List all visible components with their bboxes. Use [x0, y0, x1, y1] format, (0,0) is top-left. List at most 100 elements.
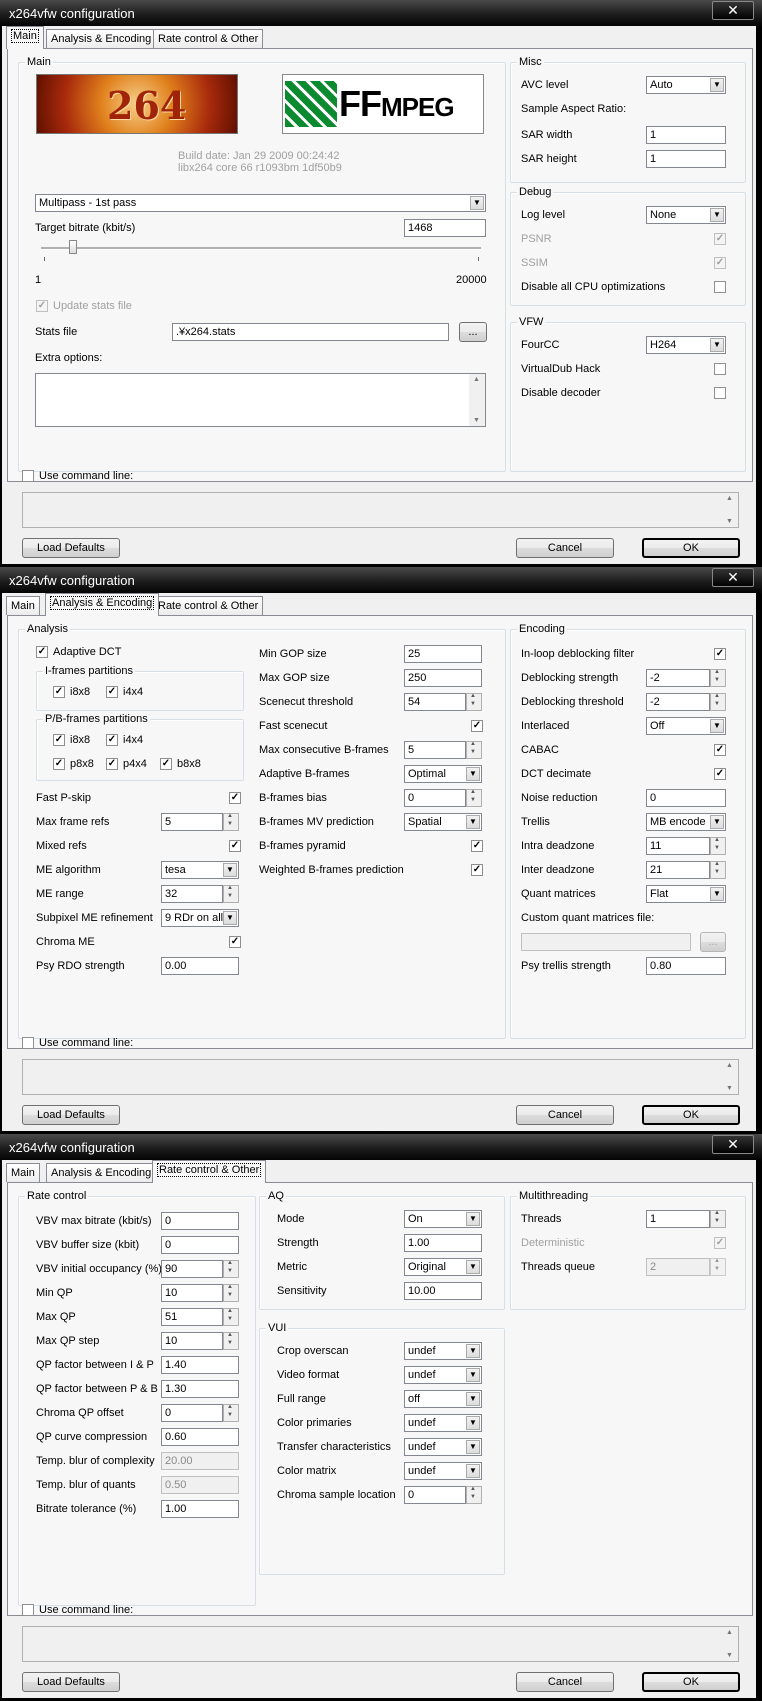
cmd-line-textarea[interactable] [22, 1059, 739, 1095]
close-button[interactable]: ✕ [712, 1135, 754, 1154]
bframes-mv-select[interactable]: Spatial ▼ [404, 813, 482, 831]
aq-mode-select[interactable]: On ▼ [404, 1210, 482, 1228]
threads-input[interactable]: 1 [646, 1210, 710, 1228]
cancel-button[interactable]: Cancel [516, 538, 614, 558]
intra-deadzone-spinner[interactable] [710, 837, 726, 855]
trellis-select[interactable]: MB encode ▼ [646, 813, 726, 831]
tab-rate-control[interactable]: Rate control & Other [153, 596, 264, 615]
custom-quant-input[interactable] [521, 933, 691, 951]
inter-deadzone-spinner[interactable] [710, 861, 726, 879]
ok-button[interactable]: OK [642, 1672, 740, 1692]
psy-trellis-input[interactable]: 0.80 [646, 957, 726, 975]
bitrate-slider-thumb[interactable] [69, 240, 78, 254]
chroma-qp-input[interactable]: 0 [161, 1404, 223, 1422]
scrollbar[interactable] [722, 1060, 738, 1094]
tab-main[interactable]: Main [6, 26, 44, 49]
deblock-threshold-spinner[interactable] [710, 693, 726, 711]
cmd-line-textarea[interactable] [22, 492, 739, 528]
title-bar[interactable]: x264vfw configuration ✕ [0, 567, 762, 595]
me-algorithm-select[interactable]: tesa ▼ [161, 861, 239, 879]
min-qp-spinner[interactable] [223, 1284, 239, 1302]
qp-ip-input[interactable]: 1.40 [161, 1356, 239, 1374]
mixed-refs-checkbox[interactable]: ✓ [229, 840, 241, 852]
weighted-b-checkbox[interactable]: ✓ [471, 864, 483, 876]
scrollbar[interactable] [722, 493, 738, 527]
title-bar[interactable]: x264vfw configuration ✕ [0, 1134, 762, 1162]
aq-sensitivity-input[interactable]: 10.00 [404, 1282, 482, 1300]
load-defaults-button[interactable]: Load Defaults [22, 1672, 120, 1692]
close-button[interactable]: ✕ [712, 1, 754, 20]
max-qp-step-input[interactable]: 10 [161, 1332, 223, 1350]
max-gop-input[interactable]: 250 [404, 669, 482, 687]
tab-rate-control[interactable]: Rate control & Other [153, 29, 264, 48]
aq-strength-input[interactable]: 1.00 [404, 1234, 482, 1252]
browse-quant-button[interactable]: ... [700, 932, 726, 952]
adaptive-b-select[interactable]: Optimal ▼ [404, 765, 482, 783]
chroma-loc-input[interactable]: 0 [404, 1486, 466, 1504]
inloop-checkbox[interactable]: ✓ [714, 648, 726, 660]
tab-main[interactable]: Main [6, 596, 40, 615]
max-qp-spinner[interactable] [223, 1308, 239, 1326]
mode-select[interactable]: Multipass - 1st pass ▼ [35, 194, 486, 212]
bitrate-tol-input[interactable]: 1.00 [161, 1500, 239, 1518]
use-cmd-checkbox[interactable] [22, 1604, 34, 1616]
qp-pb-input[interactable]: 1.30 [161, 1380, 239, 1398]
fast-scenecut-checkbox[interactable]: ✓ [471, 720, 483, 732]
bframes-pyramid-checkbox[interactable]: ✓ [471, 840, 483, 852]
avc-level-select[interactable]: Auto ▼ [646, 76, 726, 94]
max-bframes-input[interactable]: 5 [404, 741, 466, 759]
p8x8-i8x8-checkbox[interactable]: ✓ [53, 734, 65, 746]
noise-reduction-input[interactable]: 0 [646, 789, 726, 807]
p4x4-checkbox[interactable]: ✓ [106, 758, 118, 770]
max-qp-step-spinner[interactable] [223, 1332, 239, 1350]
bitrate-input[interactable]: 1468 [404, 219, 486, 237]
use-cmd-checkbox[interactable] [22, 470, 34, 482]
color-prim-select[interactable]: undef ▼ [404, 1414, 482, 1432]
load-defaults-button[interactable]: Load Defaults [22, 538, 120, 558]
me-range-spinner[interactable] [223, 885, 239, 903]
scenecut-spinner[interactable] [466, 693, 482, 711]
tab-main[interactable]: Main [6, 1163, 40, 1182]
color-matrix-select[interactable]: undef ▼ [404, 1462, 482, 1480]
psy-rdo-input[interactable]: 0.00 [161, 957, 239, 975]
title-bar[interactable]: x264vfw configuration ✕ [0, 0, 762, 28]
threads-queue-spinner[interactable] [710, 1258, 726, 1276]
intra-deadzone-input[interactable]: 11 [646, 837, 710, 855]
fast-pskip-checkbox[interactable]: ✓ [229, 792, 241, 804]
tab-analysis-encoding[interactable]: Analysis & Encoding [45, 593, 160, 616]
scrollbar[interactable] [469, 374, 485, 426]
psnr-checkbox[interactable]: ✓ [714, 233, 726, 245]
max-bframes-spinner[interactable] [466, 741, 482, 759]
close-button[interactable]: ✕ [712, 568, 754, 587]
i8x8-checkbox[interactable]: ✓ [53, 686, 65, 698]
deterministic-checkbox[interactable]: ✓ [714, 1237, 726, 1249]
use-cmd-checkbox[interactable] [22, 1037, 34, 1049]
vdub-checkbox[interactable] [714, 363, 726, 375]
blur-complexity-input[interactable]: 20.00 [161, 1452, 239, 1470]
threads-spinner[interactable] [710, 1210, 726, 1228]
min-qp-input[interactable]: 10 [161, 1284, 223, 1302]
me-range-input[interactable]: 32 [161, 885, 223, 903]
bframes-bias-input[interactable]: 0 [404, 789, 466, 807]
threads-queue-input[interactable]: 2 [646, 1258, 710, 1276]
dct-decimate-checkbox[interactable]: ✓ [714, 768, 726, 780]
tab-analysis-encoding[interactable]: Analysis & Encoding [46, 29, 157, 48]
bitrate-slider[interactable] [41, 247, 481, 250]
adaptive-dct-checkbox[interactable]: ✓ [36, 646, 48, 658]
scrollbar[interactable] [722, 1627, 738, 1661]
tab-analysis-encoding[interactable]: Analysis & Encoding [46, 1163, 157, 1182]
disable-cpu-checkbox[interactable] [714, 281, 726, 293]
disable-decoder-checkbox[interactable] [714, 387, 726, 399]
transfer-select[interactable]: undef ▼ [404, 1438, 482, 1456]
load-defaults-button[interactable]: Load Defaults [22, 1105, 120, 1125]
full-range-select[interactable]: off ▼ [404, 1390, 482, 1408]
deblock-strength-input[interactable]: -2 [646, 669, 710, 687]
video-format-select[interactable]: undef ▼ [404, 1366, 482, 1384]
deblock-strength-spinner[interactable] [710, 669, 726, 687]
crop-select[interactable]: undef ▼ [404, 1342, 482, 1360]
blur-quants-input[interactable]: 0.50 [161, 1476, 239, 1494]
cabac-checkbox[interactable]: ✓ [714, 744, 726, 756]
cancel-button[interactable]: Cancel [516, 1672, 614, 1692]
max-frame-refs-input[interactable]: 5 [161, 813, 223, 831]
quant-matrices-select[interactable]: Flat ▼ [646, 885, 726, 903]
